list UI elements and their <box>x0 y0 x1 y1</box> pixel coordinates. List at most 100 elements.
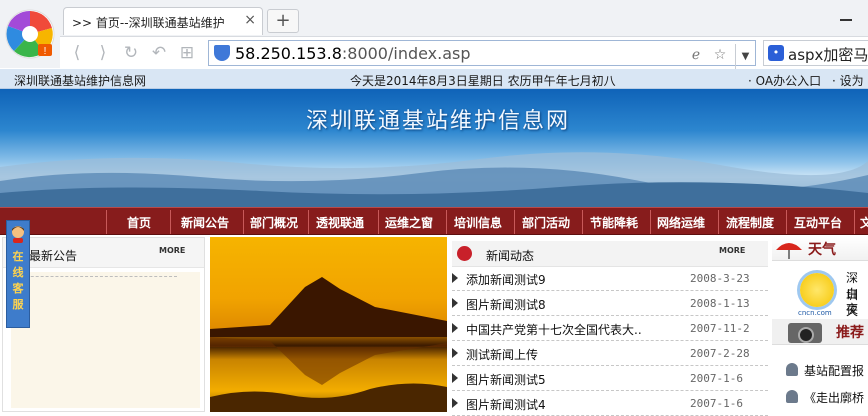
nav-item-energy[interactable]: 节能降耗 <box>590 214 638 231</box>
news-row-date: 2008-3-23 <box>690 272 750 285</box>
nav-item-process[interactable]: 流程制度 <box>726 214 774 231</box>
news-row[interactable]: 测试新闻上传 2007-2-28 <box>452 342 768 366</box>
search-query[interactable]: aspx加密马 <box>788 44 868 65</box>
nav-separator <box>308 210 309 234</box>
url-text[interactable]: 58.250.153.8:8000/index.asp <box>235 44 471 63</box>
refresh-icon[interactable]: ↻ <box>120 42 142 64</box>
nav-item-training[interactable]: 培训信息 <box>454 214 502 231</box>
nav-item-unicom[interactable]: 透视联通 <box>316 214 364 231</box>
latest-notice-panel: 最新公告 MORE <box>2 237 205 412</box>
online-service-float[interactable]: 在线客服 <box>6 220 30 328</box>
set-homepage-link[interactable]: · 设为 <box>832 72 864 89</box>
browser-toolbar: ⟨ ⟩ ↻ ↶ ⊞ 58.250.153.8:8000/index.asp ℯ … <box>60 36 868 70</box>
address-bar[interactable]: 58.250.153.8:8000/index.asp ℯ ☆ ▼ <box>208 40 756 70</box>
nav-separator <box>854 210 855 234</box>
notice-list <box>11 272 200 408</box>
weather-source[interactable]: cncn.com <box>798 309 832 317</box>
news-row[interactable]: 中国共产党第十七次全国代表大.. 2007-11-2 <box>452 317 768 341</box>
nav-item-network-ops[interactable]: 网络运维 <box>657 214 705 231</box>
arrow-bullet-icon <box>452 348 458 358</box>
nav-separator <box>582 210 583 234</box>
forward-arrow-icon[interactable]: ⟩ <box>92 42 114 64</box>
nav-item-ops-window[interactable]: 运维之窗 <box>385 214 433 231</box>
main-nav: 首页 新闻公告 部门概况 透视联通 运维之窗 培训信息 部门活动 节能降耗 网络… <box>0 207 868 235</box>
news-row-title[interactable]: 图片新闻测试4 <box>466 396 684 413</box>
nav-separator <box>514 210 515 234</box>
arrow-bullet-icon <box>452 298 458 308</box>
service-agent-icon <box>12 226 24 243</box>
site-banner: 深圳联通基站维护信息网 <box>0 89 868 207</box>
news-row-title[interactable]: 添加新闻测试9 <box>466 271 684 288</box>
tab-title: >> 首页--深圳联通基站维护 <box>72 16 225 30</box>
baidu-paw-icon: • <box>768 45 784 61</box>
news-row-title[interactable]: 图片新闻测试5 <box>466 371 684 388</box>
url-path: :8000/index.asp <box>341 44 471 63</box>
news-row-date: 2007-1-6 <box>690 397 743 410</box>
featured-photo[interactable] <box>210 237 447 412</box>
weather-header: 天气 <box>772 237 868 261</box>
nav-item-more[interactable]: 文 <box>860 214 868 231</box>
weather-title: 天气 <box>808 242 836 258</box>
news-more-link[interactable]: MORE <box>719 246 745 255</box>
minimize-window-icon[interactable] <box>836 8 856 28</box>
browser-logo-icon[interactable]: ! <box>4 8 56 60</box>
arrow-bullet-icon <box>452 398 458 408</box>
news-title: 新闻动态 <box>486 249 535 263</box>
url-host: 58.250.153.8 <box>235 44 342 63</box>
site-name-text: 深圳联通基站维护信息网 <box>14 74 147 88</box>
person-icon <box>786 390 798 403</box>
ie-mode-icon[interactable]: ℯ <box>687 47 705 63</box>
weather-umbrella-icon <box>776 243 802 259</box>
close-tab-icon[interactable]: × <box>244 12 256 28</box>
nav-item-interactive[interactable]: 互动平台 <box>794 214 842 231</box>
nav-separator <box>786 210 787 234</box>
news-row-title[interactable]: 中国共产党第十七次全国代表大.. <box>466 321 684 338</box>
online-service-label: 在线客服 <box>12 250 24 311</box>
oa-login-link[interactable]: · OA办公入口 <box>748 72 821 89</box>
news-row-date: 2007-11-2 <box>690 322 750 335</box>
new-tab-button[interactable]: + <box>267 9 299 33</box>
banner-title: 深圳联通基站维护信息网 <box>306 109 571 134</box>
back-arrow-icon[interactable]: ⟨ <box>66 42 88 64</box>
news-row-title[interactable]: 测试新闻上传 <box>466 346 684 363</box>
news-row-date: 2008-1-13 <box>690 297 750 310</box>
recommend-header: 推荐 <box>772 319 868 345</box>
search-box[interactable]: • aspx加密马 <box>763 40 868 66</box>
top-info-bar: 深圳联通基站维护信息网 今天是2014年8月3日星期日 农历甲午年七月初八 · … <box>0 69 868 89</box>
notice-divider <box>11 276 177 277</box>
nav-separator <box>650 210 651 234</box>
nav-item-news[interactable]: 新闻公告 <box>181 214 229 231</box>
news-row[interactable]: 图片新闻测试8 2008-1-13 <box>452 292 768 316</box>
person-icon <box>786 363 798 376</box>
arrow-bullet-icon <box>452 273 458 283</box>
notice-more-link[interactable]: MORE <box>159 246 185 255</box>
news-bullet-icon <box>457 246 472 261</box>
recommend-item-title[interactable]: 《走出廓桥 <box>804 389 864 406</box>
nav-separator <box>243 210 244 234</box>
favorite-star-icon[interactable]: ☆ <box>711 47 729 63</box>
news-row-date: 2007-2-28 <box>690 347 750 360</box>
news-row-title[interactable]: 图片新闻测试8 <box>466 296 684 313</box>
nav-separator <box>106 210 107 234</box>
news-row-date: 2007-1-6 <box>690 372 743 385</box>
date-text: 今天是2014年8月3日星期日 农历甲午年七月初八 <box>350 74 616 88</box>
nav-item-home[interactable]: 首页 <box>127 214 151 231</box>
undo-close-icon[interactable]: ↶ <box>148 42 170 64</box>
nav-separator <box>378 210 379 234</box>
arrow-bullet-icon <box>452 373 458 383</box>
browser-tab[interactable]: >> 首页--深圳联通基站维护 × <box>63 7 263 35</box>
nav-item-departments[interactable]: 部门概况 <box>250 214 298 231</box>
news-header: 新闻动态 MORE <box>452 241 768 267</box>
news-panel: 新闻动态 MORE 添加新闻测试9 2008-3-23 图片新闻测试8 2008… <box>452 237 768 416</box>
nav-item-activities[interactable]: 部门活动 <box>522 214 570 231</box>
security-shield-icon[interactable] <box>214 45 230 61</box>
home-grid-icon[interactable]: ⊞ <box>176 42 198 64</box>
news-row[interactable]: 图片新闻测试5 2007-1-6 <box>452 367 768 391</box>
nav-separator <box>446 210 447 234</box>
news-row[interactable]: 添加新闻测试9 2008-3-23 <box>452 267 768 291</box>
dropdown-chevron-icon[interactable]: ▼ <box>735 44 755 70</box>
news-row[interactable]: 图片新闻测试4 2007-1-6 <box>452 392 768 416</box>
nav-separator <box>718 210 719 234</box>
right-sidebar: 天气 cncn.com 深圳 白天 夜晚 推荐 基站配置报 《走出廓桥 <box>772 237 868 412</box>
recommend-item-title[interactable]: 基站配置报 <box>804 362 864 379</box>
